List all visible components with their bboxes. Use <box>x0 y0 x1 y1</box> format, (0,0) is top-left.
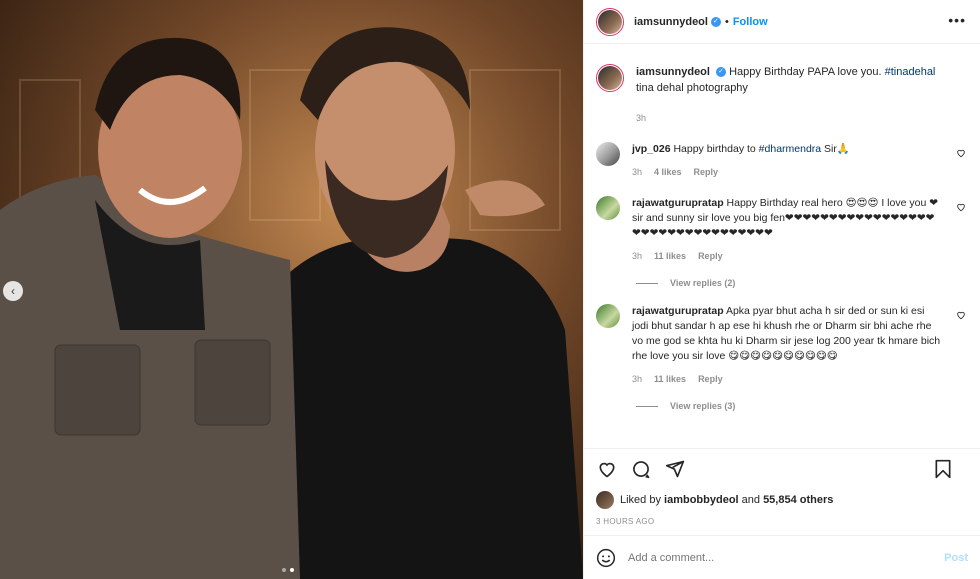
comment-username[interactable]: jvp_026 <box>632 143 671 155</box>
action-bar <box>596 449 968 489</box>
smiley-icon[interactable] <box>596 548 616 568</box>
comment-item: rajawatgurupratap Happy Birthday real he… <box>596 196 968 264</box>
likes-prefix: Liked by <box>620 494 665 506</box>
bookmark-icon <box>935 459 951 479</box>
hashtag-link[interactable]: #tinadehal <box>885 66 936 78</box>
view-replies-button[interactable]: View replies (3) <box>636 401 968 411</box>
avatar[interactable] <box>596 304 620 328</box>
comment-meta: 3h 11 likes Reply <box>632 372 942 387</box>
divider <box>636 405 658 407</box>
view-replies-label[interactable]: View replies (3) <box>670 401 735 411</box>
comment-likes[interactable]: 4 likes <box>654 165 682 180</box>
more-options-icon[interactable]: ••• <box>948 12 966 28</box>
follow-button[interactable]: Follow <box>733 16 768 28</box>
comment-input[interactable] <box>628 551 918 564</box>
previous-slide-button[interactable]: ‹ <box>3 281 23 301</box>
comment-time: 3h <box>632 251 643 261</box>
separator: • <box>724 15 729 28</box>
add-comment-bar: Post <box>584 535 980 579</box>
post-header: iamsunnydeol ✓ • Follow ••• <box>584 0 980 44</box>
comment-body: rajawatgurupratap Apka pyar bhut acha h … <box>632 304 942 387</box>
photo-illustration <box>0 0 583 579</box>
caption-text-after: tina dehal photography <box>636 82 748 94</box>
avatar[interactable] <box>596 64 624 92</box>
comment-text-after: Sir🙏 <box>821 143 850 155</box>
likes-text: Liked by iambobbydeol and 55,854 others <box>620 494 833 506</box>
comment-username[interactable]: rajawatgurupratap <box>632 305 724 317</box>
avatar[interactable] <box>596 7 624 36</box>
view-replies-label[interactable]: View replies (2) <box>670 278 735 288</box>
avatar[interactable] <box>596 142 620 166</box>
caption-time: 3h <box>636 113 647 123</box>
caption: iamsunnydeol ✓ Happy Birthday PAPA love … <box>596 44 968 126</box>
comment-time: 3h <box>632 374 643 384</box>
post-photo[interactable]: ‹ <box>0 0 583 579</box>
reply-button[interactable]: Reply <box>698 372 723 387</box>
post-timestamp[interactable]: 3 HOURS AGO <box>596 517 968 535</box>
caption-text: Happy Birthday PAPA love you. <box>729 66 882 78</box>
comment-meta: 3h 4 likes Reply <box>632 165 942 180</box>
share-icon <box>665 460 685 478</box>
heart-icon[interactable] <box>956 148 966 158</box>
comment-body: rajawatgurupratap Happy Birthday real he… <box>632 196 942 264</box>
post-side-panel: iamsunnydeol ✓ • Follow ••• iamsunnydeol… <box>583 0 980 579</box>
comment-username[interactable]: rajawatgurupratap <box>632 197 724 209</box>
likes-count[interactable]: 55,854 others <box>763 494 833 506</box>
likes-summary: Liked by iambobbydeol and 55,854 others <box>596 491 968 509</box>
avatar[interactable] <box>596 491 614 509</box>
comment-item: jvp_026 Happy birthday to #dharmendra Si… <box>596 142 968 180</box>
carousel-dot-active <box>290 568 294 572</box>
reply-button[interactable]: Reply <box>698 249 723 264</box>
heart-icon[interactable] <box>956 310 966 320</box>
save-button[interactable] <box>932 458 954 480</box>
instagram-post: ‹ iamsunnydeol ✓ • Follow ••• iamsunnyde… <box>0 0 980 579</box>
share-button[interactable] <box>664 458 686 480</box>
caption-username[interactable]: iamsunnydeol <box>636 66 710 78</box>
verified-badge-icon: ✓ <box>716 67 727 78</box>
avatar[interactable] <box>596 196 620 220</box>
like-button[interactable] <box>596 458 618 480</box>
reply-button[interactable]: Reply <box>694 165 719 180</box>
comment-time: 3h <box>632 167 643 177</box>
view-replies-button[interactable]: View replies (2) <box>636 278 968 288</box>
comment-meta: 3h 11 likes Reply <box>632 249 942 264</box>
comment-text: Happy birthday to <box>673 143 759 155</box>
chevron-left-icon: ‹ <box>11 284 15 298</box>
likes-middle: and <box>738 494 764 506</box>
comment-body: jvp_026 Happy birthday to #dharmendra Si… <box>632 142 942 180</box>
carousel-indicator <box>282 568 294 572</box>
comments-list[interactable]: iamsunnydeol ✓ Happy Birthday PAPA love … <box>584 44 980 448</box>
verified-badge-icon: ✓ <box>710 16 721 27</box>
comment-likes[interactable]: 11 likes <box>654 249 686 264</box>
carousel-dot <box>282 568 286 572</box>
comment-likes[interactable]: 11 likes <box>654 372 686 387</box>
caption-body: iamsunnydeol ✓ Happy Birthday PAPA love … <box>636 64 956 126</box>
liked-by-username[interactable]: iambobbydeol <box>664 494 739 506</box>
comment-item: rajawatgurupratap Apka pyar bhut acha h … <box>596 304 968 387</box>
hashtag-link[interactable]: #dharmendra <box>759 143 821 155</box>
post-actions-area: Liked by iambobbydeol and 55,854 others … <box>584 448 980 535</box>
author-username[interactable]: iamsunnydeol <box>634 16 708 28</box>
comment-button[interactable] <box>630 458 652 480</box>
divider <box>636 282 658 284</box>
heart-icon <box>599 462 615 478</box>
comment-icon <box>633 461 650 479</box>
post-comment-button[interactable]: Post <box>944 552 968 564</box>
heart-icon[interactable] <box>956 202 966 212</box>
